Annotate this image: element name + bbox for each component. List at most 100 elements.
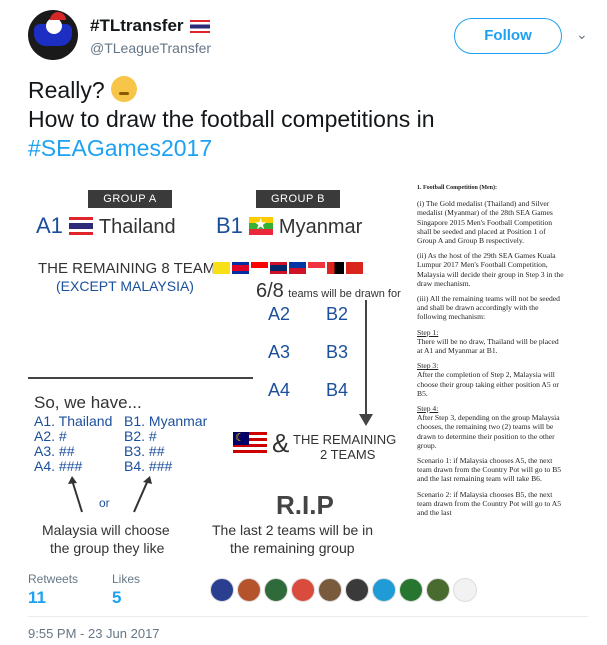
drawn-count-text: teams will be drawn for xyxy=(288,288,401,300)
indonesia-flag-icon xyxy=(251,262,268,274)
slot-b4: B4 xyxy=(326,380,349,400)
doc-paragraph: (ii) As the host of the 29th SEA Games K… xyxy=(417,251,564,288)
step-3-text: After the completion of Step 2, Malaysia… xyxy=(417,370,559,398)
liker-avatar[interactable] xyxy=(264,578,288,602)
retweets-count[interactable]: 11 xyxy=(28,588,78,608)
retweets-label: Retweets xyxy=(28,572,79,586)
thinking-face-icon xyxy=(111,76,138,102)
so-we-have: So, we have... xyxy=(34,393,142,412)
ampersand: & xyxy=(272,428,290,458)
display-name-text[interactable]: #TLtransfer xyxy=(90,16,184,35)
country-flags-row xyxy=(213,262,363,274)
slot-a4: A4 xyxy=(268,380,291,400)
liker-avatar[interactable] xyxy=(318,578,342,602)
remaining-8-subtitle: (EXCEPT MALAYSIA) xyxy=(56,278,194,294)
avatar-ball xyxy=(46,18,62,34)
retweets-stat[interactable]: Retweets 11 xyxy=(28,572,78,608)
scenario-1: Scenario 1: if Malaysia chooses A5, the … xyxy=(417,456,562,484)
a1-team: Thailand xyxy=(98,216,176,238)
hashtag-link[interactable]: #SEAGames2017 xyxy=(28,134,588,163)
singapore-flag-icon xyxy=(308,262,325,274)
user-handle[interactable]: @TLeagueTransfer xyxy=(90,40,211,56)
last-2-line2: the remaining group xyxy=(230,540,355,556)
chevron-down-icon[interactable]: ⌄ xyxy=(576,26,588,43)
follow-button[interactable]: Follow xyxy=(454,18,562,54)
doc-paragraph: (i) The Gold medalist (Thailand) and Sil… xyxy=(417,199,553,246)
avatar-hat xyxy=(50,12,66,20)
drawn-count-big: 6/8 xyxy=(256,280,284,302)
group-a-header: GROUP A xyxy=(88,190,172,208)
arrow-down-icon xyxy=(359,414,373,426)
tweet-header: #TLtransfer @TLeagueTransfer Follow ⌄ xyxy=(28,10,588,70)
slot-a3: A3 xyxy=(268,342,291,362)
likes-stat[interactable]: Likes 5 xyxy=(112,572,140,608)
tweet-media-image[interactable]: GROUP A GROUP B A1 Thailand B1 Myanmar THE… xyxy=(28,180,568,566)
list-b-item: B3. ## xyxy=(124,443,165,459)
liker-avatar[interactable] xyxy=(372,578,396,602)
liker-avatar[interactable] xyxy=(291,578,315,602)
b1-seed: B1 Myanmar xyxy=(216,213,362,239)
step-1-title: Step 1: xyxy=(417,327,439,337)
list-b-item: B4. ### xyxy=(124,458,173,474)
last-2-line1: The last 2 teams will be in xyxy=(212,522,374,538)
list-b-item: B2. # xyxy=(124,428,157,444)
divider-line xyxy=(28,377,253,379)
display-name[interactable]: #TLtransfer xyxy=(90,16,210,36)
a1-label: A1 xyxy=(36,213,63,238)
engagement-stats: Retweets 11 Likes 5 xyxy=(28,572,588,616)
tweet-line-2: How to draw the football competitions in xyxy=(28,106,435,132)
malaysia-choose-line2: the group they like xyxy=(50,540,165,556)
malaysia-choose-line1: Malaysia will choose xyxy=(42,522,170,538)
slot-b2: B2 xyxy=(326,304,349,324)
thailand-flag-icon xyxy=(68,217,93,235)
group-a-list: A1. Thailand A2. # A3. ## A4. ### xyxy=(34,414,112,474)
remaining-2-line2: 2 TEAMS xyxy=(320,447,376,462)
b1-team: Myanmar xyxy=(278,216,363,238)
step-1-text: There will be no draw, Thailand will be … xyxy=(417,336,559,356)
list-a-item: A4. ### xyxy=(34,458,83,474)
tweet-line-1-text: Really? xyxy=(28,77,105,103)
list-a-item: A1. Thailand xyxy=(34,413,113,429)
doc-heading: 1. Football Competition (Men): xyxy=(417,185,497,191)
malaysia-flag-icon xyxy=(233,431,267,456)
rip-label: R.I.P xyxy=(276,490,334,520)
regulation-document: 1. Football Competition (Men): (i) The G… xyxy=(413,180,568,566)
myanmar-flag-icon xyxy=(248,216,273,235)
thailand-flag-icon xyxy=(189,20,210,34)
list-b-item: B1. Myanmar xyxy=(124,413,208,429)
choice-arrows-icon xyxy=(68,476,152,513)
slot-a2: A2 xyxy=(268,304,291,324)
liker-avatar[interactable] xyxy=(453,578,477,602)
avatar[interactable] xyxy=(28,10,78,60)
arrow-line xyxy=(365,300,367,420)
divider xyxy=(28,616,588,617)
liker-avatar[interactable] xyxy=(345,578,369,602)
group-b-list: B1. Myanmar B2. # B3. ## B4. ### xyxy=(124,414,207,474)
liker-avatar[interactable] xyxy=(426,578,450,602)
likes-label: Likes xyxy=(112,572,141,586)
vietnam-flag-icon xyxy=(346,262,363,274)
b1-label: B1 xyxy=(216,213,243,238)
philippines-flag-icon xyxy=(289,262,306,274)
or-label: or xyxy=(99,496,110,510)
tweet-text: Really? How to draw the football competi… xyxy=(28,76,588,163)
list-a-item: A3. ## xyxy=(34,443,75,459)
timor-leste-flag-icon xyxy=(327,262,344,274)
tweet-line-1: Really? xyxy=(28,76,588,105)
brunei-flag-icon xyxy=(213,262,230,274)
step-4-title: Step 4: xyxy=(417,404,439,414)
laos-flag-icon xyxy=(270,262,287,274)
timestamp[interactable]: 9:55 PM - 23 Jun 2017 xyxy=(28,626,160,641)
liker-avatar[interactable] xyxy=(399,578,423,602)
slot-b3: B3 xyxy=(326,342,349,362)
remaining-8-title: THE REMAINING 8 TEAMS xyxy=(38,260,226,277)
step-4-text: After Step 3, depending on the group Mal… xyxy=(417,413,560,450)
liker-avatar[interactable] xyxy=(237,578,261,602)
scenario-2: Scenario 2: if Malaysia chooses B5, the … xyxy=(417,489,562,518)
list-a-item: A2. # xyxy=(34,428,67,444)
step-3-title: Step 3: xyxy=(417,361,439,371)
likes-count[interactable]: 5 xyxy=(112,588,140,608)
liker-avatar[interactable] xyxy=(210,578,234,602)
drawn-count: 6/8 teams will be drawn for xyxy=(256,280,401,303)
liker-avatars xyxy=(210,578,477,602)
